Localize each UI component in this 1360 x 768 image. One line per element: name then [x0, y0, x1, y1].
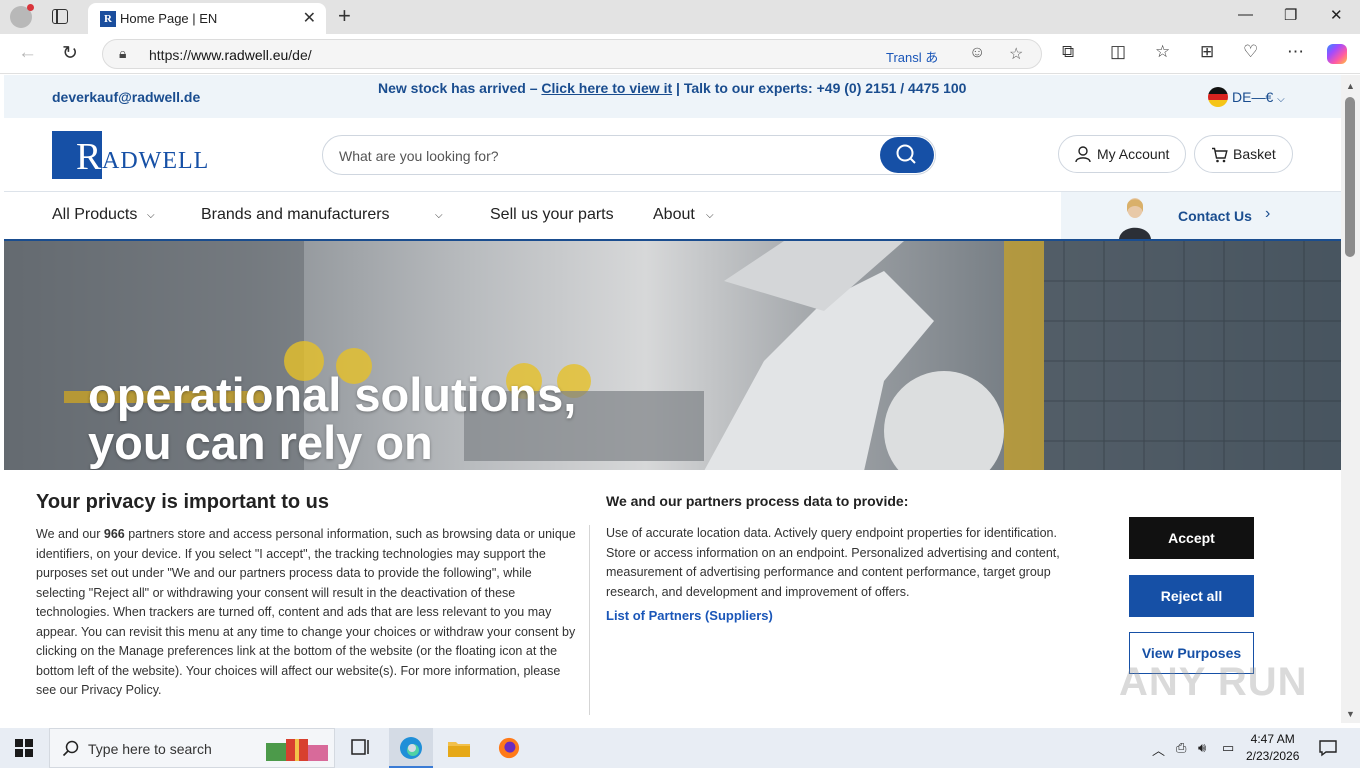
collections-icon[interactable]: ⊞ [1200, 42, 1214, 62]
show-hidden-icons[interactable]: ︿ [1152, 740, 1165, 759]
chevron-down-icon: ⌵ [1277, 94, 1285, 105]
search-icon [896, 144, 916, 164]
germany-flag-icon [1208, 87, 1228, 107]
taskbar-search-label: Type here to search [88, 741, 212, 757]
file-explorer-icon[interactable] [447, 737, 471, 759]
radwell-logo[interactable]: R ADWELL [52, 131, 208, 179]
main-navigation: All Products ⌵ Brands and manufacturers … [4, 192, 1341, 241]
contact-us-link[interactable]: Contact Us › [1061, 192, 1341, 239]
scroll-up-icon[interactable]: ▲ [1346, 81, 1355, 91]
page-scrollbar[interactable]: ▲ ▼ [1341, 75, 1360, 723]
chevron-down-icon[interactable]: ⌵ [435, 210, 443, 221]
contact-us-label: Contact Us [1178, 208, 1252, 224]
promo-banner: New stock has arrived – Click here to vi… [378, 80, 967, 96]
minimize-icon[interactable]: — [1238, 6, 1253, 23]
firefox-icon[interactable] [497, 737, 521, 759]
close-window-icon[interactable]: ✕ [1330, 6, 1343, 24]
site-header: R ADWELL My Account Basket [4, 118, 1341, 192]
nav-sell-parts[interactable]: Sell us your parts [490, 206, 614, 224]
hero-banner: operational solutions, you can rely on [4, 241, 1341, 471]
nav-about[interactable]: About [653, 206, 695, 224]
my-account-button[interactable]: My Account [1058, 135, 1186, 173]
privacy-consent-dialog: Your privacy is important to us We and o… [4, 470, 1341, 724]
scroll-thumb[interactable] [1345, 97, 1355, 257]
accept-button[interactable]: Accept [1129, 517, 1254, 559]
browser-toolbar: ← ↻ 🔒︎ https://www.radwell.eu/de/ Transl… [0, 34, 1360, 74]
chevron-down-icon[interactable]: ⌵ [706, 210, 714, 221]
close-tab-icon[interactable]: ✕ [303, 8, 316, 28]
system-clock[interactable]: 4:47 AM 2/23/2026 [1246, 731, 1299, 765]
copilot-icon[interactable] [1327, 44, 1347, 64]
favorite-star-icon[interactable]: ☆ [1009, 44, 1023, 64]
volume-icon[interactable]: 🔊︎ [1198, 740, 1206, 756]
network-icon[interactable]: ⎙ [1176, 740, 1186, 756]
chevron-down-icon[interactable]: ⌵ [147, 210, 155, 221]
back-icon[interactable]: ← [18, 42, 37, 64]
privacy-title: Your privacy is important to us [36, 491, 330, 513]
support-agent-image [1119, 198, 1151, 239]
privacy-description: We and our 966 partners store and access… [36, 527, 576, 697]
profile-avatar-icon[interactable] [10, 4, 34, 28]
purposes-title: We and our partners process data to prov… [606, 493, 909, 509]
nav-brands[interactable]: Brands and manufacturers [201, 206, 390, 224]
search-button[interactable] [880, 137, 934, 173]
browser-essentials-icon[interactable]: ♡ [1243, 42, 1258, 62]
url-text[interactable]: https://www.radwell.eu/de/ [149, 47, 312, 63]
hero-headline: operational solutions, you can rely on [88, 368, 577, 469]
partners-list-link[interactable]: List of Partners (Suppliers) [606, 608, 773, 623]
user-icon [1075, 146, 1091, 163]
display-icon[interactable]: ▭ [1222, 740, 1234, 756]
search-icon [62, 740, 79, 757]
taskbar-edge-active[interactable] [389, 728, 433, 768]
purposes-description: Use of accurate location data. Actively … [606, 526, 1060, 599]
browser-tab[interactable]: R Home Page | EN ✕ [88, 3, 326, 34]
reject-all-button[interactable]: Reject all [1129, 575, 1254, 617]
restore-icon[interactable]: ❐ [1284, 6, 1297, 24]
favorites-icon[interactable]: ☆ [1155, 42, 1170, 62]
edge-browser-icon [400, 737, 422, 759]
lock-icon[interactable]: 🔒︎ [119, 45, 126, 62]
windows-start-icon[interactable] [15, 739, 33, 757]
anyrun-watermark: ANY RUN [1119, 660, 1308, 704]
sales-email-link[interactable]: deverkauf@radwell.de [52, 89, 200, 105]
chevron-right-icon: › [1265, 205, 1271, 222]
basket-button[interactable]: Basket [1194, 135, 1293, 173]
refresh-icon[interactable]: ↻ [62, 42, 78, 65]
address-bar[interactable]: 🔒︎ https://www.radwell.eu/de/ Transl あ ☺… [102, 39, 1042, 69]
my-account-label: My Account [1097, 146, 1170, 162]
notifications-icon[interactable] [1318, 739, 1338, 757]
tab-actions-icon[interactable] [52, 9, 68, 24]
more-menu-icon[interactable]: ⋯ [1287, 42, 1304, 62]
new-tab-icon[interactable]: + [338, 3, 351, 29]
tab-title: Home Page | EN [120, 11, 218, 26]
browser-titlebar: R Home Page | EN ✕ + — ❐ ✕ [0, 0, 1360, 34]
reading-mode-icon[interactable]: ☺ [969, 44, 985, 62]
cart-icon [1212, 147, 1228, 163]
nav-all-products[interactable]: All Products [52, 206, 137, 224]
divider [589, 525, 590, 715]
scroll-down-icon[interactable]: ▼ [1346, 709, 1355, 719]
view-stock-link[interactable]: Click here to view it [541, 80, 672, 96]
search-input[interactable] [339, 145, 859, 167]
translate-button[interactable]: Transl あ [886, 47, 938, 66]
extensions-icon[interactable]: ⧉ [1062, 42, 1074, 62]
radwell-favicon-icon: R [100, 11, 116, 27]
top-info-bar: deverkauf@radwell.de New stock has arriv… [4, 75, 1341, 118]
taskbar-search-box[interactable]: Type here to search [49, 728, 335, 768]
split-screen-icon[interactable]: ◫ [1110, 42, 1126, 62]
gifts-icon [266, 739, 328, 761]
basket-label: Basket [1233, 146, 1276, 162]
site-search [322, 135, 936, 175]
task-view-icon[interactable] [349, 737, 373, 759]
windows-taskbar: Type here to search ︿ ⎙ 🔊︎ ▭ 4:47 AM 2/2… [0, 728, 1360, 768]
